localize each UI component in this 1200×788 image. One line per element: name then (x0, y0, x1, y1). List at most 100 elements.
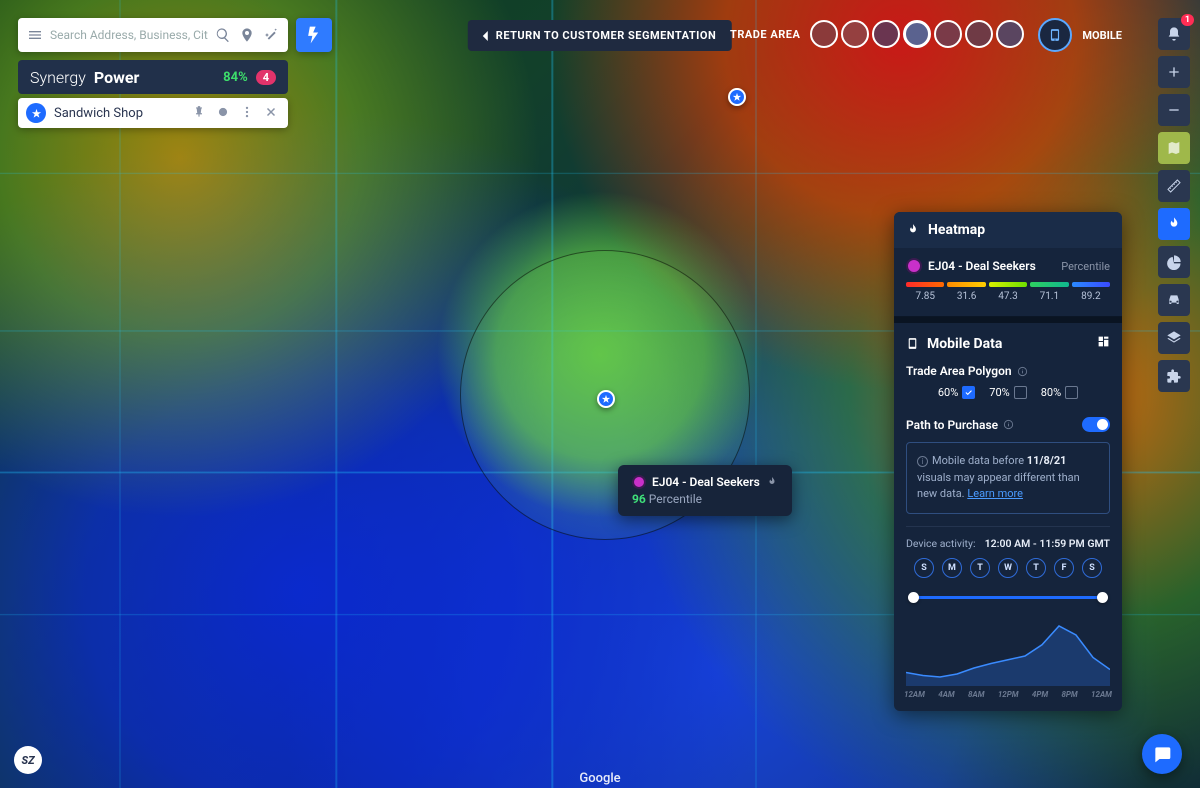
notifications-button[interactable]: 1 (1158, 18, 1190, 50)
map-tooltip: EJ04 - Deal Seekers 96 Percentile (618, 465, 792, 516)
trade-area-option-2[interactable] (841, 20, 869, 48)
app-logo[interactable]: SZ (14, 746, 42, 774)
close-icon[interactable] (264, 105, 280, 121)
heatmap-legend: 7.8531.647.371.189.2 (894, 278, 1122, 317)
heatmap-title: Heatmap (928, 222, 985, 238)
polygon-checkbox[interactable]: 70% (989, 386, 1026, 399)
heatmap-panel-header: Heatmap (894, 212, 1122, 248)
info-icon[interactable] (1017, 366, 1028, 377)
trade-area-option-5[interactable] (934, 20, 962, 48)
time-range-slider[interactable] (908, 590, 1108, 604)
mobile-icon (906, 337, 919, 350)
map-style-button[interactable] (1158, 132, 1190, 164)
info-circle-icon: i (917, 456, 928, 467)
location-pin-icon[interactable] (238, 26, 256, 44)
day-button[interactable]: T (970, 558, 990, 578)
heatmap-segment-row[interactable]: EJ04 - Deal Seekers Percentile (894, 248, 1122, 278)
trade-area-label: TRADE AREA (730, 28, 800, 41)
brand-badge[interactable]: 4 (256, 70, 276, 85)
slider-handle-start[interactable] (908, 592, 919, 603)
day-button[interactable]: W (998, 558, 1018, 578)
sparkline-xaxis: 12AM4AM8AM12PM4PM8PM12AM (894, 690, 1122, 711)
brand-percent: 84% (223, 70, 248, 85)
brand-name-bold: Power (94, 68, 140, 87)
layer-chip[interactable]: Sandwich Shop (18, 98, 288, 128)
mobile-icon[interactable] (1038, 18, 1072, 52)
map-credit: Google (579, 771, 620, 786)
info-icon[interactable] (1003, 419, 1014, 430)
side-panel: Heatmap EJ04 - Deal Seekers Percentile 7… (894, 212, 1122, 711)
trade-area-option-4[interactable] (903, 20, 931, 48)
trade-area-selector: TRADE AREA (730, 20, 1024, 48)
tooltip-value: 96 (632, 492, 646, 506)
chat-button[interactable] (1142, 734, 1182, 774)
path-to-purchase-row: Path to Purchase (894, 413, 1122, 442)
zoom-in-button[interactable] (1158, 56, 1190, 88)
search-icon[interactable] (214, 26, 232, 44)
trade-area-option-1[interactable] (810, 20, 838, 48)
puzzle-icon[interactable] (1158, 360, 1190, 392)
heatmap-segment-name: EJ04 - Deal Seekers (928, 259, 1036, 273)
day-selector: SMTWTFS (894, 558, 1122, 590)
badge-icon[interactable] (216, 105, 232, 121)
day-button[interactable]: F (1054, 558, 1074, 578)
p2p-toggle[interactable] (1082, 417, 1110, 432)
flame-icon (906, 223, 920, 237)
flame-icon (766, 476, 778, 488)
device-activity-row: Device activity: 12:00 AM - 11:59 PM GMT (894, 537, 1122, 558)
zoom-out-button[interactable] (1158, 94, 1190, 126)
info-banner: iMobile data before 11/8/21 visuals may … (906, 442, 1110, 514)
day-button[interactable]: T (1026, 558, 1046, 578)
quick-action-button[interactable] (296, 18, 332, 52)
star-icon (26, 103, 46, 123)
right-toolbar: 1 (1158, 18, 1190, 392)
legend-stop: 7.85 (906, 282, 944, 302)
ruler-icon[interactable] (1158, 170, 1190, 202)
divider (906, 526, 1110, 527)
layer-name: Sandwich Shop (54, 106, 143, 121)
day-button[interactable]: S (914, 558, 934, 578)
magic-wand-icon[interactable] (262, 26, 280, 44)
pin-icon[interactable] (192, 105, 208, 121)
layers-icon[interactable] (1158, 322, 1190, 354)
learn-more-link[interactable]: Learn more (967, 487, 1023, 500)
heatmap-metric: Percentile (1061, 260, 1110, 273)
mobile-panel-header: Mobile Data (894, 317, 1122, 364)
map-pin-primary[interactable] (597, 390, 615, 408)
trade-area-option-3[interactable] (872, 20, 900, 48)
panel-layout-icon[interactable] (1097, 335, 1110, 352)
menu-icon[interactable] (26, 26, 44, 44)
mobile-title: Mobile Data (927, 336, 1002, 352)
segment-color-icon (632, 475, 646, 489)
activity-sparkline (906, 614, 1110, 686)
legend-stop: 31.6 (947, 282, 985, 302)
day-button[interactable]: M (942, 558, 962, 578)
search-bar (18, 18, 288, 52)
segment-dot-icon (906, 258, 922, 274)
return-button[interactable]: RETURN TO CUSTOMER SEGMENTATION (468, 20, 732, 51)
notification-count: 1 (1181, 14, 1194, 26)
map-pin-secondary[interactable] (728, 88, 746, 106)
mobile-mode-chip[interactable]: MOBILE (1038, 18, 1122, 52)
polygon-checkbox[interactable]: 80% (1041, 386, 1078, 399)
legend-stop: 89.2 (1072, 282, 1110, 302)
car-icon[interactable] (1158, 284, 1190, 316)
more-icon[interactable] (240, 105, 256, 121)
polygon-checkbox[interactable]: 60% (938, 386, 975, 399)
day-button[interactable]: S (1082, 558, 1102, 578)
slider-handle-end[interactable] (1097, 592, 1108, 603)
polygon-checkboxes: 60% 70% 80% (894, 386, 1122, 413)
brand-name-light: Synergy (30, 68, 86, 87)
legend-stop: 71.1 (1030, 282, 1068, 302)
search-input[interactable] (50, 28, 208, 42)
device-activity-value: 12:00 AM - 11:59 PM GMT (985, 537, 1110, 550)
pie-chart-icon[interactable] (1158, 246, 1190, 278)
trade-area-option-6[interactable] (965, 20, 993, 48)
mobile-label: MOBILE (1082, 29, 1122, 42)
tooltip-metric: Percentile (649, 492, 702, 506)
trade-area-option-7[interactable] (996, 20, 1024, 48)
trade-area-polygon-label: Trade Area Polygon (894, 364, 1122, 386)
heatmap-toggle[interactable] (1158, 208, 1190, 240)
brand-bar: Synergy Power 84% 4 (18, 60, 288, 94)
legend-stop: 47.3 (989, 282, 1027, 302)
